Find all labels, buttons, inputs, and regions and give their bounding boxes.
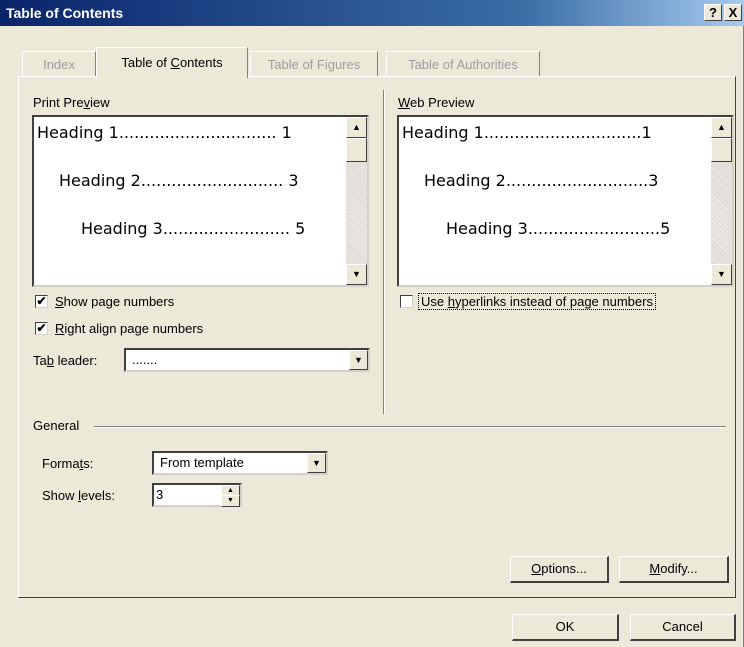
tab-table-of-contents[interactable]: Table of Contents [96, 47, 248, 78]
ok-button[interactable]: OK [512, 614, 619, 641]
label-mnemonic: O [531, 561, 542, 576]
label-post: yperlinks instead of page numbers [454, 294, 653, 309]
print-preview-scrollbar[interactable]: ▲ ▼ [346, 117, 367, 285]
modify-button[interactable]: Modify... [619, 556, 729, 583]
use-hyperlinks-label: Use hyperlinks instead of page numbers [418, 293, 656, 310]
label-post: s: [83, 456, 94, 471]
show-levels-value: 3 [156, 487, 164, 502]
web-preview-row: Heading 3..........................5 [446, 219, 670, 238]
scroll-thumb[interactable] [346, 138, 367, 162]
formats-value: From template [160, 455, 244, 470]
table-of-contents-dialog: Table of Contents ? X Index Table of Con… [0, 0, 744, 647]
preview-page-number: 5 [295, 219, 306, 238]
options-button[interactable]: Options... [510, 556, 609, 583]
chevron-down-icon[interactable]: ▼ [349, 350, 368, 370]
preview-heading-text: Heading 2............................ [424, 171, 649, 190]
title-bar: Table of Contents ? X [0, 0, 744, 26]
tab-label-pre: Table of [121, 55, 171, 70]
web-preview-scrollbar[interactable]: ▲ ▼ [711, 117, 732, 285]
label-mnemonic: S [55, 294, 64, 309]
print-preview-row: Heading 2............................ 3 [59, 171, 299, 190]
label-post: iew [90, 95, 110, 110]
print-preview-row: Heading 3......................... 5 [81, 219, 305, 238]
label-mnemonic: W [398, 95, 411, 110]
preview-heading-text: Heading 1............................... [37, 123, 277, 142]
vertical-divider [383, 90, 385, 414]
label-post: evels: [81, 488, 115, 503]
label-pre: Use [421, 294, 448, 309]
show-page-numbers-label: Show page numbers [55, 294, 174, 309]
preview-page-number: 3 [288, 171, 299, 190]
preview-heading-text: Heading 2............................ [59, 171, 284, 190]
print-preview-box[interactable]: Heading 1...............................… [32, 115, 369, 287]
cancel-button[interactable]: Cancel [630, 614, 736, 641]
label-post: odify... [660, 561, 698, 576]
scroll-down-icon[interactable]: ▼ [346, 264, 367, 285]
scroll-up-icon[interactable]: ▲ [346, 117, 367, 138]
web-preview-label: Web Preview [398, 95, 474, 110]
tab-index[interactable]: Index [22, 51, 96, 76]
tab-leader-value: ....... [132, 352, 158, 367]
scroll-thumb[interactable] [711, 138, 732, 162]
label-post: leader: [53, 353, 98, 368]
web-preview-row: Heading 2............................3 [424, 171, 658, 190]
label-pre: Ta [33, 353, 47, 368]
right-align-checkbox[interactable]: ✔ [35, 322, 48, 335]
show-levels-stepper[interactable]: 3 ▲ ▼ [152, 483, 242, 507]
tab-table-of-figures[interactable]: Table of Figures [250, 51, 378, 76]
label-mnemonic: R [55, 321, 65, 336]
formats-dropdown[interactable]: From template ▼ [152, 451, 328, 475]
label-post: ight align page numbers [64, 321, 204, 336]
tab-label-post: ontents [179, 55, 223, 70]
preview-heading-text: Heading 3......................... [81, 219, 290, 238]
web-preview-row: Heading 1...............................… [402, 123, 652, 142]
tab-leader-label: Tab leader: [33, 353, 97, 368]
print-preview-row: Heading 1...............................… [37, 123, 292, 142]
label-mnemonic: M [649, 561, 661, 576]
preview-page-number: 1 [641, 123, 652, 142]
right-align-label: Right align page numbers [55, 321, 203, 336]
scroll-up-icon[interactable]: ▲ [711, 117, 732, 138]
preview-page-number: 3 [648, 171, 659, 190]
formats-label: Formats: [42, 456, 93, 471]
show-levels-label: Show levels: [42, 488, 115, 503]
print-preview-label: Print Preview [33, 95, 110, 110]
web-preview-box[interactable]: Heading 1...............................… [397, 115, 734, 287]
general-group-label: General [33, 418, 80, 433]
preview-page-number: 1 [281, 123, 292, 142]
scroll-down-icon[interactable]: ▼ [711, 264, 732, 285]
general-divider [94, 426, 726, 428]
label-post: how page numbers [63, 294, 175, 309]
label-post: eb Preview [410, 95, 475, 110]
label-pre: Print Pre [33, 95, 84, 110]
preview-heading-text: Heading 3.......................... [446, 219, 661, 238]
preview-heading-text: Heading 1............................... [402, 123, 642, 142]
label-mnemonic: h [447, 294, 455, 309]
tab-leader-dropdown[interactable]: ....... ▼ [124, 348, 370, 372]
close-button[interactable]: X [724, 4, 742, 21]
label-pre: Forma [42, 456, 80, 471]
spin-down-icon[interactable]: ▼ [221, 495, 240, 507]
tab-label-mnemonic: C [170, 55, 180, 70]
tab-table-of-authorities[interactable]: Table of Authorities [386, 51, 540, 76]
preview-page-number: 5 [660, 219, 671, 238]
label-mnemonic: b [46, 353, 54, 368]
show-page-numbers-checkbox[interactable]: ✔ [35, 295, 48, 308]
use-hyperlinks-checkbox[interactable] [400, 295, 413, 308]
label-pre: Show [42, 488, 79, 503]
help-button[interactable]: ? [704, 4, 722, 21]
dialog-title: Table of Contents [6, 5, 124, 21]
chevron-down-icon[interactable]: ▼ [307, 453, 326, 473]
label-post: ptions... [541, 561, 587, 576]
